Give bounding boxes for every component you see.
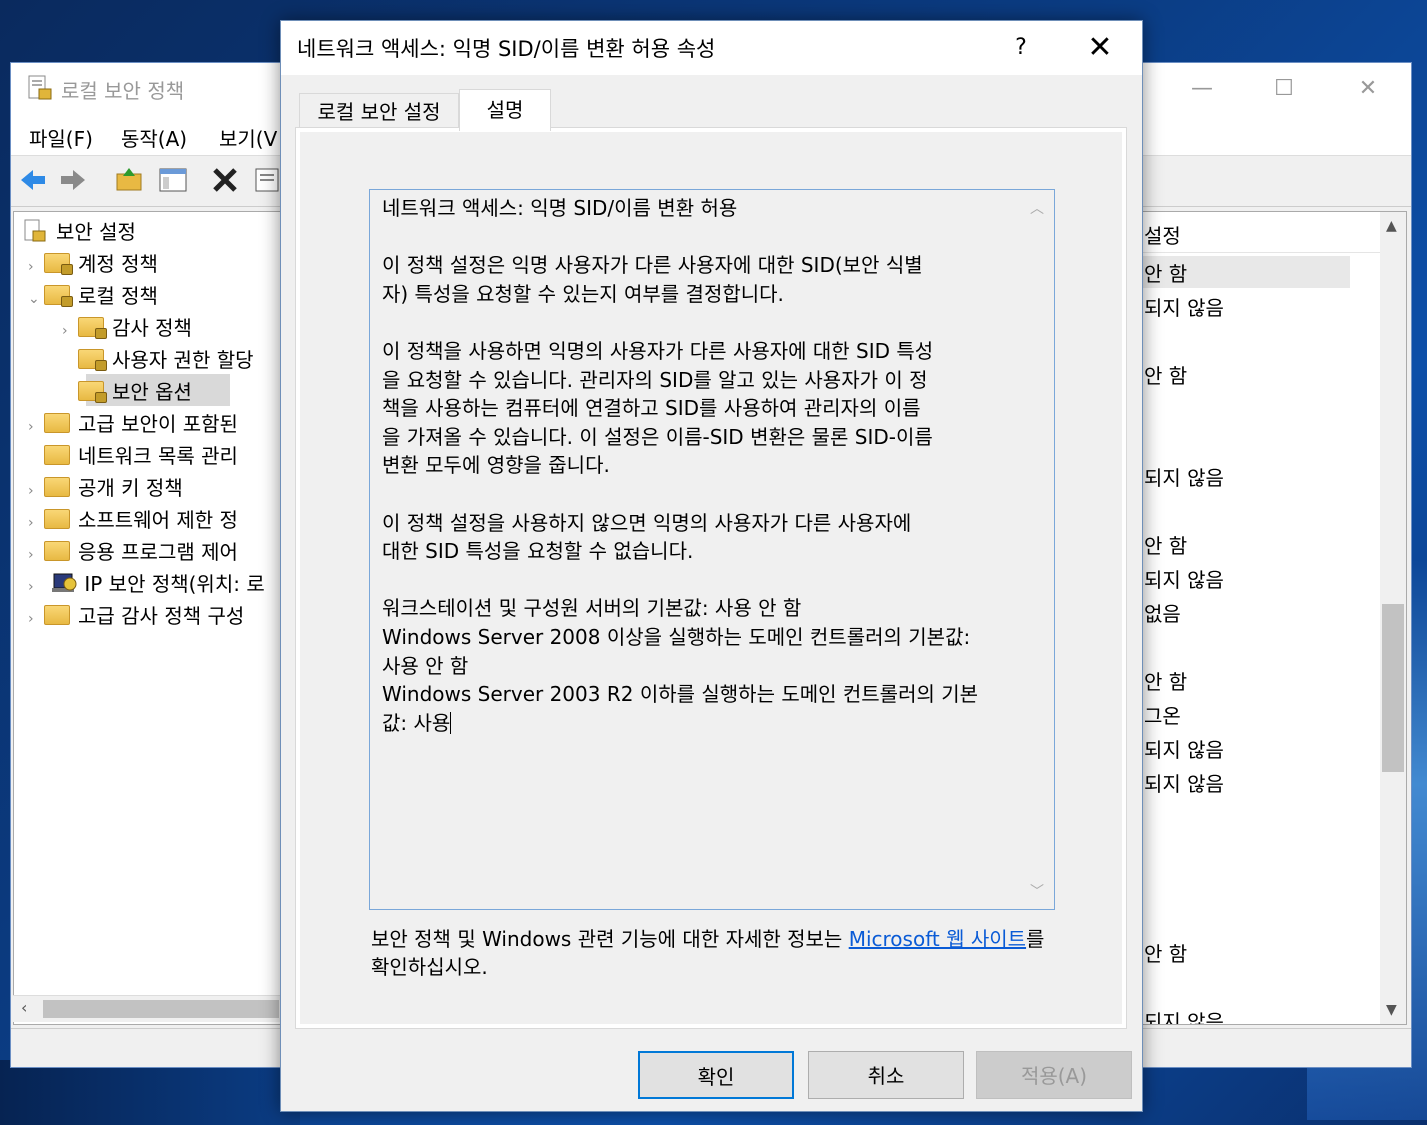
cancel-button[interactable]: 취소 [808, 1051, 964, 1099]
policy-list-pane: 설정 안 함 되지 않음 안 함 되지 않음 안 함 되지 않음 없음 안 함 … [1141, 211, 1407, 1025]
close-icon[interactable]: ✕ [1077, 29, 1123, 67]
folder-icon [44, 253, 73, 275]
expand-arrow-icon[interactable]: › [28, 515, 44, 531]
tree-horizontal-scrollbar[interactable]: ‹ [13, 995, 281, 1022]
tree-item-public-key[interactable]: › 공개 키 정책 [28, 472, 183, 502]
folder-icon [44, 477, 70, 497]
tab-explain[interactable]: 설명 [459, 89, 551, 131]
column-header-setting[interactable]: 설정 [1142, 212, 1380, 253]
ok-button[interactable]: 확인 [638, 1051, 794, 1099]
expand-arrow-icon[interactable]: › [28, 611, 44, 627]
tree-item-account-policy[interactable]: › 계정 정책 [28, 248, 158, 278]
scrollbar-thumb[interactable] [1382, 604, 1404, 772]
scroll-down-icon[interactable]: ﹀ [1030, 881, 1044, 901]
expand-arrow-icon[interactable]: › [28, 419, 44, 435]
apply-button[interactable]: 적용(A) [976, 1051, 1132, 1099]
security-policy-icon [28, 75, 52, 100]
policy-row-value[interactable]: 안 함 [1144, 530, 1187, 559]
tree-item-audit-policy[interactable]: › 감사 정책 [62, 312, 192, 342]
delete-icon[interactable] [209, 164, 241, 196]
menu-action[interactable]: 동작(A) [121, 123, 187, 152]
policy-row-value[interactable]: 안 함 [1144, 258, 1187, 287]
tab-local-security-setting[interactable]: 로컬 보안 설정 [299, 93, 459, 129]
policy-row-value[interactable]: 되지 않음 [1144, 768, 1224, 797]
desktop-taskbar-edge [0, 1060, 300, 1125]
menu-view[interactable]: 보기(V [219, 123, 277, 152]
tree-item-network-list[interactable]: 네트워크 목록 관리 [28, 440, 238, 470]
explain-text-body: 네트워크 액세스: 익명 SID/이름 변환 허용 이 정책 설정은 익명 사용… [382, 196, 979, 735]
maximize-button[interactable]: ☐ [1261, 71, 1307, 107]
tree-item-local-policy[interactable]: ⌄ 로컬 정책 [28, 280, 158, 310]
policy-row-value[interactable]: 되지 않음 [1144, 1006, 1224, 1024]
security-settings-icon [24, 219, 46, 242]
tree-pane: 보안 설정 › 계정 정책 ⌄ 로컬 정책 › 감사 정책 사용자 권한 할당 보안 … [13, 211, 283, 1025]
folder-icon [78, 317, 107, 339]
show-hide-tree-icon[interactable] [157, 164, 189, 196]
explain-textbox[interactable]: 네트워크 액세스: 익명 SID/이름 변환 허용 이 정책 설정은 익명 사용… [369, 189, 1055, 910]
folder-icon [44, 285, 73, 307]
more-info-note: 보안 정책 및 Windows 관련 기능에 대한 자세한 정보는 Micros… [371, 925, 1061, 981]
minimize-button[interactable]: — [1179, 71, 1225, 107]
policy-row-value[interactable]: 안 함 [1144, 938, 1187, 967]
scroll-down-icon[interactable]: ▼ [1386, 1002, 1397, 1018]
properties-icon[interactable] [251, 164, 283, 196]
tree-item-advanced-firewall[interactable]: › 고급 보안이 포함된 [28, 408, 238, 438]
mmc-title: 로컬 보안 정책 [61, 79, 185, 103]
policy-row-value[interactable]: 되지 않음 [1144, 462, 1224, 491]
tree-item-user-rights[interactable]: 사용자 권한 할당 [62, 344, 254, 374]
policy-row-value[interactable]: 되지 않음 [1144, 292, 1224, 321]
tree-item-advanced-audit[interactable]: › 고급 감사 정책 구성 [28, 600, 244, 630]
properties-dialog: 네트워크 액세스: 익명 SID/이름 변환 허용 속성 ? ✕ 로컬 보안 설… [280, 20, 1143, 1112]
expand-arrow-icon[interactable]: › [28, 547, 44, 563]
policy-row-value[interactable]: 없음 [1144, 598, 1181, 627]
folder-icon [44, 541, 70, 561]
folder-icon [44, 605, 70, 625]
close-button[interactable]: ✕ [1345, 71, 1391, 107]
expand-arrow-icon[interactable]: › [28, 483, 44, 499]
list-vertical-scrollbar[interactable]: ▲ ▼ [1380, 212, 1406, 1024]
microsoft-website-link[interactable]: Microsoft 웹 사이트 [849, 927, 1026, 951]
policy-row-value[interactable]: 안 함 [1144, 360, 1187, 389]
scroll-left-icon[interactable]: ‹ [21, 998, 27, 1017]
expand-arrow-icon[interactable]: › [28, 579, 44, 595]
tree-root-security-settings[interactable]: 보안 설정 [22, 216, 136, 246]
folder-icon [44, 445, 70, 465]
menu-file[interactable]: 파일(F) [29, 123, 93, 152]
folder-icon [78, 349, 107, 371]
expand-arrow-icon[interactable]: › [62, 323, 78, 339]
tree-item-security-options[interactable]: 보안 옵션 [62, 376, 192, 406]
forward-arrow-icon[interactable] [57, 164, 89, 196]
column-header-label: 설정 [1144, 224, 1181, 248]
tree-item-ip-security[interactable]: › IP 보안 정책(위치: 로 [28, 568, 265, 598]
expand-arrow-icon[interactable]: › [28, 259, 44, 275]
folder-icon [44, 509, 70, 529]
folder-icon [78, 381, 107, 403]
help-button[interactable]: ? [1003, 29, 1039, 67]
tree-item-software-restriction[interactable]: › 소프트웨어 제한 정 [28, 504, 238, 534]
more-info-text: 보안 정책 및 Windows 관련 기능에 대한 자세한 정보는 [371, 927, 849, 951]
folder-icon [44, 413, 70, 433]
collapse-arrow-icon[interactable]: ⌄ [28, 291, 44, 307]
up-folder-icon[interactable] [113, 164, 145, 196]
explain-text: 네트워크 액세스: 익명 SID/이름 변환 허용 이 정책 설정은 익명 사용… [382, 194, 1022, 737]
policy-row-value[interactable]: 그온 [1144, 700, 1181, 729]
ip-security-icon [52, 573, 77, 592]
policy-row-value[interactable]: 안 함 [1144, 666, 1187, 695]
tree-item-app-control[interactable]: › 응용 프로그램 제어 [28, 536, 238, 566]
text-caret [450, 711, 452, 734]
dialog-titlebar: 네트워크 액세스: 익명 SID/이름 변환 허용 속성 ? ✕ [281, 21, 1142, 75]
dialog-title: 네트워크 액세스: 익명 SID/이름 변환 허용 속성 [297, 37, 716, 61]
scrollbar-thumb[interactable] [43, 1000, 279, 1018]
scroll-up-icon[interactable]: ︿ [1030, 198, 1044, 218]
scroll-up-icon[interactable]: ▲ [1386, 218, 1397, 234]
policy-row-value[interactable]: 되지 않음 [1144, 734, 1224, 763]
back-arrow-icon[interactable] [17, 164, 49, 196]
policy-row-value[interactable]: 되지 않음 [1144, 564, 1224, 593]
